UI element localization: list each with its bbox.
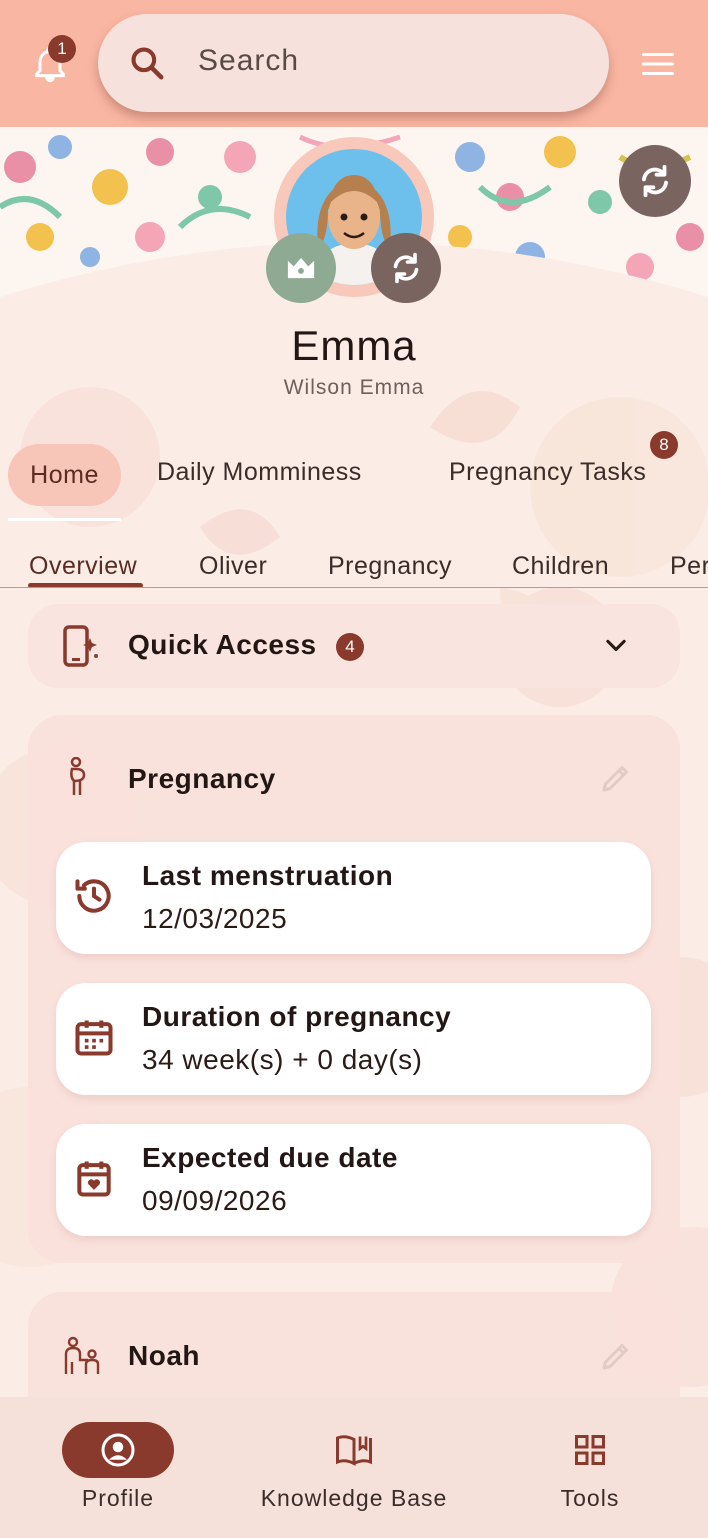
hamburger-menu-icon[interactable] (640, 50, 676, 78)
child-name: Noah (128, 1340, 200, 1371)
search-bar[interactable]: Search (98, 14, 609, 112)
profile-subtitle: Wilson Emma (283, 376, 425, 399)
due-date-row[interactable]: Expected due date 09/09/2026 (56, 1124, 651, 1236)
nav-knowledge-base[interactable]: Knowledge Base (236, 1397, 472, 1538)
chevron-down-icon[interactable] (602, 632, 630, 660)
tab-home[interactable]: Home (8, 444, 121, 506)
tab-home-underline (8, 518, 121, 521)
open-book-icon (334, 1432, 374, 1468)
sync-icon (642, 164, 668, 198)
premium-crown-button[interactable] (266, 233, 336, 303)
pregnant-woman-icon (62, 756, 94, 797)
edit-pencil-icon[interactable] (598, 760, 634, 796)
app-header: 1 Search (0, 0, 708, 127)
pregnancy-duration-value: 34 week(s) + 0 day(s) (142, 1044, 423, 1075)
nav-tools-label: Tools (560, 1485, 620, 1511)
subtab-oliver[interactable]: Oliver (199, 552, 267, 581)
notification-badge: 1 (48, 35, 76, 63)
calendar-heart-icon (72, 1156, 116, 1200)
calendar-icon (72, 1015, 116, 1059)
quick-access-title: Quick Access (128, 629, 317, 660)
nav-knowledge-base-label: Knowledge Base (260, 1485, 448, 1511)
subtab-divider (0, 587, 708, 588)
pregnancy-tasks-badge: 8 (650, 431, 678, 459)
quick-access-badge: 4 (336, 633, 364, 661)
phone-sparkle-icon (62, 624, 100, 668)
bottom-navigation: Profile Knowledge Base Tools (0, 1397, 708, 1538)
last-menstruation-row[interactable]: Last menstruation 12/03/2025 (56, 842, 651, 954)
switch-profile-button[interactable] (371, 233, 441, 303)
subtab-children[interactable]: Children (512, 552, 609, 581)
subtab-overview[interactable]: Overview (29, 552, 137, 581)
tab-daily-momminess[interactable]: Daily Momminess (157, 458, 362, 487)
search-icon (128, 44, 166, 82)
pregnancy-duration-label: Duration of pregnancy (142, 1001, 452, 1032)
change-banner-button[interactable] (619, 145, 691, 217)
due-date-value: 09/09/2026 (142, 1185, 288, 1216)
search-input[interactable]: Search (198, 44, 299, 78)
sync-icon (393, 252, 419, 284)
profile-icon (100, 1432, 136, 1468)
nav-profile[interactable]: Profile (0, 1397, 236, 1538)
subtab-more[interactable]: Per (670, 552, 708, 581)
history-icon (72, 874, 116, 918)
due-date-label: Expected due date (142, 1142, 398, 1173)
profile-name: Emma (291, 322, 417, 369)
crown-icon (287, 257, 315, 279)
last-menstruation-label: Last menstruation (142, 860, 394, 891)
nav-tools[interactable]: Tools (472, 1397, 708, 1538)
edit-pencil-icon[interactable] (598, 1338, 634, 1374)
subtab-pregnancy[interactable]: Pregnancy (328, 552, 452, 581)
nav-profile-label: Profile (81, 1485, 155, 1511)
last-menstruation-value: 12/03/2025 (142, 903, 288, 934)
tab-pregnancy-tasks[interactable]: Pregnancy Tasks (449, 458, 646, 487)
pregnancy-section-title: Pregnancy (128, 763, 276, 794)
quick-access-panel[interactable]: Quick Access 4 (28, 604, 680, 688)
parent-child-icon (62, 1336, 102, 1376)
grid-icon (572, 1432, 608, 1468)
pregnancy-duration-row[interactable]: Duration of pregnancy 34 week(s) + 0 day… (56, 983, 651, 1095)
